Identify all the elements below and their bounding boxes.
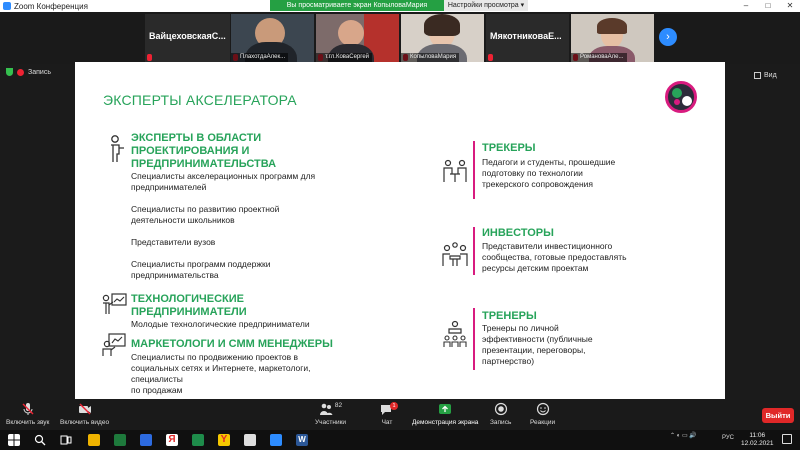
yandex-icon[interactable]: Y — [218, 434, 230, 446]
participant-tile[interactable]: ВайцеховскаяС... — [145, 14, 230, 62]
notifications-icon[interactable] — [782, 434, 792, 444]
muted-mic-icon — [22, 403, 34, 415]
windows-start-icon[interactable] — [8, 434, 20, 446]
task-view-icon[interactable] — [60, 434, 72, 446]
investors-icon — [442, 242, 468, 266]
participant-video[interactable]: т.гл.КоваСергей — [316, 14, 399, 62]
section-text: Специалисты по продвижению проектов в со… — [131, 352, 311, 395]
section-divider — [473, 227, 475, 275]
video-off-icon — [78, 403, 91, 415]
participant-name: МякотниковаЕ... — [490, 31, 562, 41]
word-icon[interactable]: W — [296, 434, 308, 446]
maximize-icon[interactable]: □ — [758, 0, 778, 12]
accelerator-logo — [665, 81, 697, 113]
shared-slide: ЭКСПЕРТЫ АКСЕЛЕРАТОРА ЭКСПЕРТЫ В ОБЛАСТИ… — [75, 62, 725, 399]
recording-dot-icon — [17, 68, 24, 76]
recording-label: Запись — [28, 68, 51, 76]
yandex-browser-icon[interactable]: Я — [166, 434, 178, 446]
participant-video[interactable]: ПлахотдаАлек... — [231, 14, 314, 62]
slide-title: ЭКСПЕРТЫ АКСЕЛЕРАТОРА — [103, 92, 297, 108]
section-heading: ЭКСПЕРТЫ В ОБЛАСТИ ПРОЕКТИРОВАНИЯ И ПРЕД… — [131, 132, 277, 170]
calculator-icon[interactable] — [192, 434, 204, 446]
participant-name: т.гл.КоваСергей — [316, 53, 373, 62]
leave-button[interactable]: Выйти — [762, 408, 794, 423]
clock[interactable]: 11:06 12.02.2021 — [741, 432, 774, 448]
presentation-icon — [102, 293, 127, 314]
marketing-icon — [102, 333, 126, 356]
section-divider — [473, 308, 475, 370]
encryption-shield-icon — [6, 68, 13, 76]
close-icon[interactable]: ✕ — [780, 0, 800, 12]
view-button[interactable]: Вид — [754, 72, 777, 79]
participants-count: 82 — [334, 402, 343, 409]
camera-icon[interactable] — [244, 434, 256, 446]
record-button[interactable]: Запись — [490, 402, 511, 426]
zoom-taskbar-icon[interactable] — [270, 434, 282, 446]
next-page-button[interactable]: › — [659, 28, 677, 46]
muted-mic-icon — [488, 54, 493, 61]
meeting-toolbar: Включить звук Включить видео 82 Участник… — [0, 400, 800, 430]
participant-name: РомановаАле... — [571, 53, 627, 62]
window-title: Zoom Конференция — [14, 1, 88, 11]
participants-icon — [319, 403, 333, 415]
participant-name: ВайцеховскаяС... — [149, 31, 226, 41]
section-text: Представители инвестиционного сообщества… — [482, 241, 627, 273]
zoom-logo-icon — [3, 2, 11, 10]
grid-icon — [754, 72, 761, 79]
participant-name: ПлахотдаАлек... — [231, 53, 289, 62]
section-text: Специалисты акселерационных программ для… — [131, 171, 316, 280]
muted-mic-icon — [147, 54, 152, 61]
section-heading: ТЕХНОЛОГИЧЕСКИЕ ПРЕДПРИНИМАТЕЛИ — [131, 293, 247, 318]
section-heading: МАРКЕТОЛОГИ И СММ МЕНЕДЖЕРЫ — [131, 338, 333, 350]
share-banner: Вы просматриваете экран КопыловаМария На… — [270, 0, 528, 11]
participant-tile[interactable]: МякотниковаЕ... — [486, 14, 569, 62]
start-video-button[interactable]: Включить видео — [60, 402, 109, 426]
windows-taskbar: Я Y W ⌃ ◐ ▭ 🔊 РУС 11:06 12.02.2021 — [0, 430, 800, 450]
record-icon — [494, 402, 507, 416]
section-heading: ТРЕКЕРЫ — [482, 142, 536, 154]
person-hair — [424, 14, 460, 36]
trackers-icon — [443, 159, 467, 182]
language-indicator[interactable]: РУС — [722, 435, 734, 441]
trainers-icon — [443, 320, 467, 347]
section-text: Тренеры по личной эффективности (публичн… — [482, 323, 593, 366]
chat-button[interactable]: 1 Чат — [380, 402, 398, 426]
tray-icons[interactable]: ⌃ ◐ ▭ 🔊 — [670, 432, 697, 439]
participants-button[interactable]: 82 Участники — [315, 402, 346, 426]
share-screen-icon — [439, 404, 452, 414]
reactions-button[interactable]: Реакции — [530, 402, 555, 426]
recording-indicator: Запись — [0, 66, 51, 78]
participant-video[interactable]: РомановаАле... — [571, 14, 654, 62]
video-strip — [0, 12, 800, 64]
share-screen-button[interactable]: Демонстрация экрана — [412, 402, 478, 426]
share-message: Вы просматриваете экран КопыловаМария — [270, 0, 444, 11]
file-explorer-icon[interactable] — [88, 434, 100, 446]
view-options-button[interactable]: Настройки просмотра ▾ — [444, 0, 528, 11]
section-text: Молодые технологические предприниматели — [131, 319, 310, 329]
view-label: Вид — [764, 72, 777, 79]
section-heading: ТРЕНЕРЫ — [482, 310, 537, 322]
section-divider — [473, 141, 475, 199]
teacher-icon — [111, 135, 124, 162]
section-heading: ИНВЕСТОРЫ — [482, 227, 554, 239]
person-avatar — [338, 20, 364, 46]
minimize-icon[interactable]: – — [736, 0, 756, 12]
person-hair — [597, 18, 627, 34]
unmute-button[interactable]: Включить звук — [6, 402, 49, 426]
chat-badge: 1 — [390, 402, 398, 410]
store-icon[interactable] — [114, 434, 126, 446]
search-icon[interactable] — [34, 434, 46, 446]
participant-video[interactable]: КопыловаМария — [401, 14, 484, 62]
smiley-icon — [536, 402, 549, 416]
participant-name: КопыловаМария — [401, 53, 460, 62]
section-text: Педагоги и студенты, прошедшие подготовк… — [482, 157, 616, 189]
app-icon[interactable] — [140, 434, 152, 446]
